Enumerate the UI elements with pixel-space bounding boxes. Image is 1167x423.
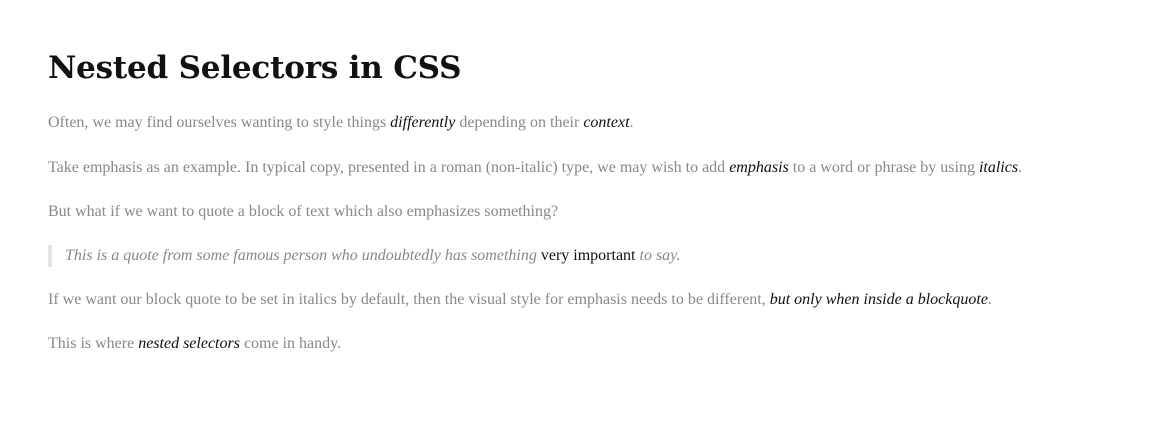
text-run: If we want our block quote to be set in … bbox=[48, 291, 770, 308]
emphasis-text: italics bbox=[978, 159, 1019, 176]
paragraph-emphasis-example: Take emphasis as an example. In typical … bbox=[48, 157, 1167, 179]
emphasis-text: nested selectors bbox=[138, 335, 240, 352]
text-run: . bbox=[1018, 159, 1023, 176]
emphasis-text: differently bbox=[390, 114, 456, 131]
emphasis-text: but only when inside a blockquote bbox=[769, 291, 988, 308]
text-run: Take emphasis as an example. In typical … bbox=[48, 159, 730, 176]
blockquote: This is a quote from some famous person … bbox=[48, 245, 1167, 267]
page-title: Nested Selectors in CSS bbox=[48, 50, 462, 86]
paragraph-blockquote-style: If we want our block quote to be set in … bbox=[48, 289, 1167, 311]
quote-text-run: . bbox=[676, 247, 681, 264]
quote-text-run: This is a quote from some famous person … bbox=[65, 247, 541, 264]
text-run: come in handy. bbox=[239, 335, 342, 352]
text-run: Often, we may find ourselves wanting to … bbox=[48, 114, 391, 131]
text-run: This is where bbox=[48, 335, 139, 352]
text-run: depending on their bbox=[455, 114, 584, 131]
quote-emphasis-text: very important bbox=[540, 247, 636, 264]
emphasis-text: context bbox=[583, 114, 630, 131]
paragraph-context: Often, we may find ourselves wanting to … bbox=[48, 112, 1167, 134]
article: Nested Selectors in CSS Often, we may fi… bbox=[0, 0, 1167, 355]
text-run: to a word or phrase by using bbox=[788, 159, 979, 176]
paragraph-question: But what if we want to quote a block of … bbox=[48, 201, 1167, 223]
quote-text-run: to say bbox=[635, 247, 677, 264]
paragraph-nested-selectors: This is where nested selectors come in h… bbox=[48, 333, 1167, 355]
text-run: . bbox=[987, 291, 992, 308]
emphasis-text: emphasis bbox=[729, 159, 789, 176]
text-run: But what if we want to quote a block of … bbox=[48, 203, 559, 220]
text-run: . bbox=[629, 114, 634, 131]
